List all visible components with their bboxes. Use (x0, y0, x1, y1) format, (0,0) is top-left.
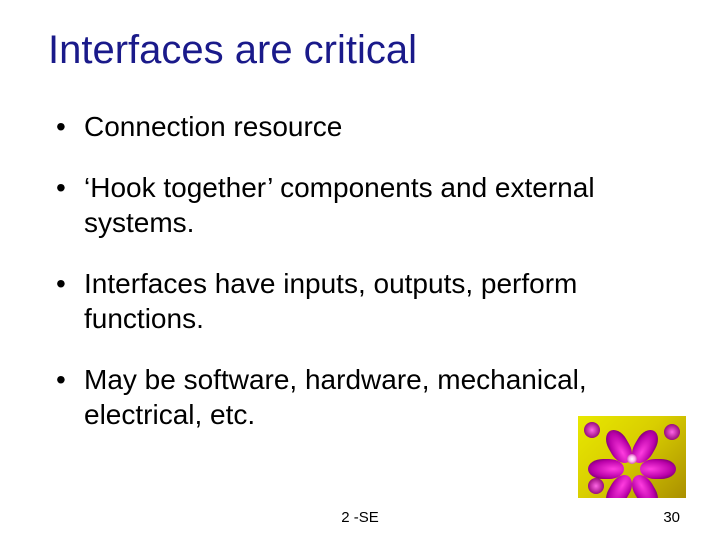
decorative-image (578, 416, 686, 498)
bullet-list: Connection resource ‘Hook together’ comp… (48, 109, 672, 432)
slide-title: Interfaces are critical (48, 28, 672, 73)
bullet-item: ‘Hook together’ components and external … (56, 170, 672, 240)
page-number: 30 (663, 509, 680, 526)
footer-label: 2 -SE (0, 509, 720, 526)
slide: Interfaces are critical Connection resou… (0, 0, 720, 540)
bullet-item: Interfaces have inputs, outputs, perform… (56, 266, 672, 336)
bullet-item: Connection resource (56, 109, 672, 144)
